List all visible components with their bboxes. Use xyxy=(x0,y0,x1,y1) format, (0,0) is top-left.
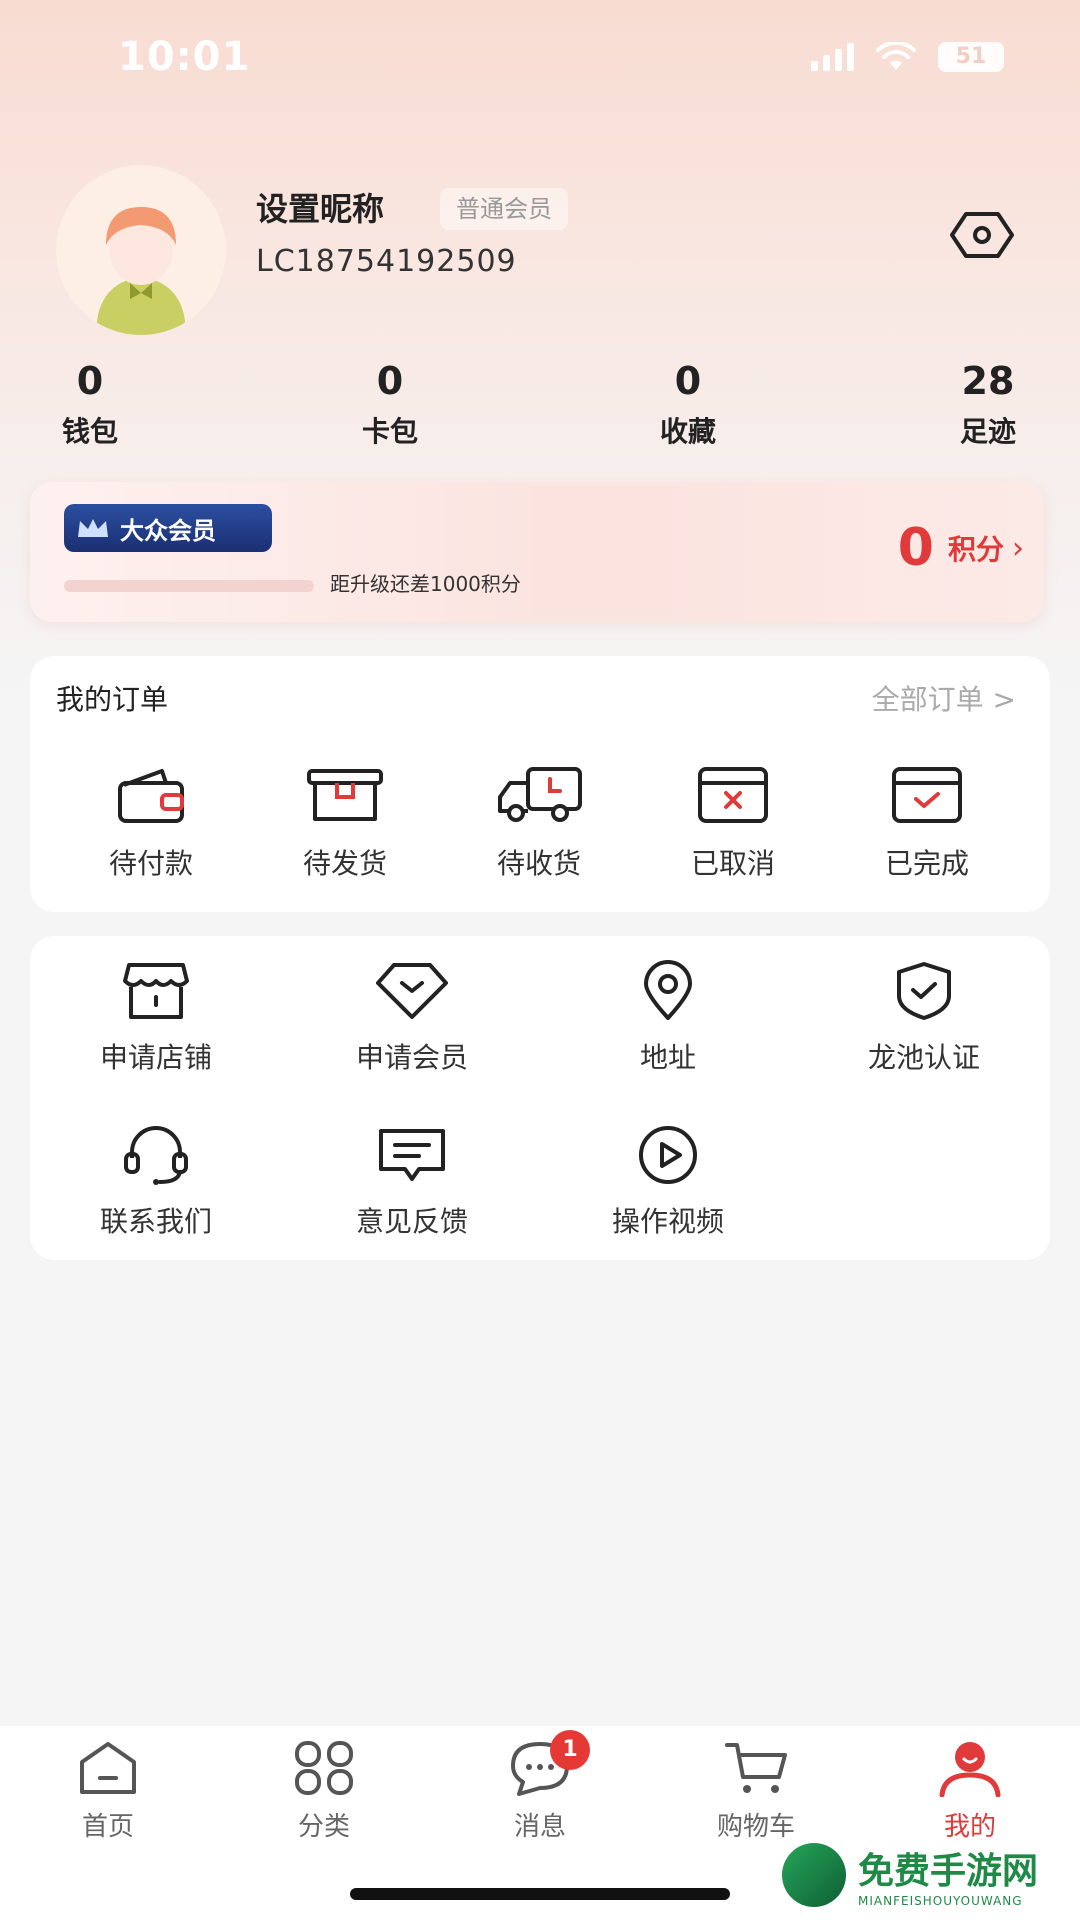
stat-label: 钱包 xyxy=(61,415,118,448)
stat-value: 0 xyxy=(674,359,702,403)
tab-messages[interactable]: 1 消息 xyxy=(460,1730,620,1843)
message-badge: 1 xyxy=(550,1730,590,1770)
cart-icon xyxy=(725,1743,787,1793)
order-label: 待付款 xyxy=(108,847,193,880)
service-tutorial-video[interactable]: 操作视频 xyxy=(568,1124,768,1240)
service-label: 操作视频 xyxy=(611,1205,724,1238)
tab-label: 购物车 xyxy=(716,1812,795,1842)
order-completed[interactable]: 已完成 xyxy=(852,764,1002,882)
service-label: 意见反馈 xyxy=(355,1205,468,1238)
service-contact-us[interactable]: 联系我们 xyxy=(56,1124,256,1240)
cancelled-icon xyxy=(698,767,768,823)
tab-label: 我的 xyxy=(943,1812,996,1842)
upgrade-tip: 距升级还差1000积分 xyxy=(330,572,521,596)
all-orders-link[interactable]: 全部订单 > xyxy=(872,678,1016,718)
orders-title: 我的订单 xyxy=(56,683,169,716)
chevron-right-icon: › xyxy=(1012,530,1024,566)
completed-icon xyxy=(892,767,962,823)
wallet-icon xyxy=(118,769,184,823)
service-label: 申请店铺 xyxy=(99,1041,212,1074)
avatar[interactable] xyxy=(56,165,226,335)
battery-icon: 51 xyxy=(938,42,1004,72)
points-value: 0 xyxy=(897,518,934,578)
stat-label: 收藏 xyxy=(659,415,716,448)
member-card[interactable]: 大众会员 距升级还差1000积分 0 积分 › xyxy=(30,482,1044,622)
user-id: LC18754192509 xyxy=(256,244,517,279)
tab-label: 首页 xyxy=(81,1812,134,1842)
diamond-icon xyxy=(376,963,448,1019)
stat-value: 0 xyxy=(76,359,104,403)
watermark-subtitle: MIANFEISHOUYOUWANG xyxy=(858,1894,1023,1908)
tab-label: 分类 xyxy=(297,1812,350,1842)
service-address[interactable]: 地址 xyxy=(568,960,768,1076)
stats-row: 0 钱包 0 卡包 0 收藏 28 足迹 xyxy=(0,358,1080,458)
stat-favorites[interactable]: 0 收藏 xyxy=(628,358,748,450)
truck-icon xyxy=(498,767,582,822)
order-pending-receipt[interactable]: 待收货 xyxy=(464,764,614,882)
shield-check-icon xyxy=(897,962,951,1020)
nickname[interactable]: 设置昵称 xyxy=(256,184,384,230)
box-icon xyxy=(307,769,383,821)
location-icon xyxy=(644,960,692,1020)
service-certification[interactable]: 龙池认证 xyxy=(824,960,1024,1076)
stat-label: 卡包 xyxy=(361,415,418,448)
service-label: 联系我们 xyxy=(99,1205,212,1238)
play-icon xyxy=(639,1126,697,1184)
service-apply-member[interactable]: 申请会员 xyxy=(312,960,512,1076)
watermark-title: 免费手游网 xyxy=(858,1850,1039,1892)
category-icon xyxy=(295,1741,353,1795)
status-time: 10:01 xyxy=(118,34,251,80)
points-link[interactable]: 0 积分 › xyxy=(898,518,1024,578)
member-level-badge: 普通会员 xyxy=(440,188,568,230)
watermark-logo xyxy=(782,1843,846,1907)
avatar-illustration xyxy=(56,165,226,335)
service-label: 龙池认证 xyxy=(867,1041,980,1074)
order-label: 待收货 xyxy=(496,847,581,880)
tab-profile[interactable]: 我的 xyxy=(890,1738,1050,1843)
order-pending-payment[interactable]: 待付款 xyxy=(76,764,226,882)
tab-label: 消息 xyxy=(513,1812,566,1842)
points-label: 积分 xyxy=(947,533,1004,566)
order-label: 已完成 xyxy=(884,847,969,880)
services-card: 申请店铺 申请会员 地址 龙池认证 联系我们 意见反馈 操作视频 xyxy=(30,936,1050,1260)
vip-logo: 大众会员 xyxy=(64,504,272,552)
service-apply-shop[interactable]: 申请店铺 xyxy=(56,960,256,1076)
vip-logo-text: 大众会员 xyxy=(120,516,216,545)
order-cancelled[interactable]: 已取消 xyxy=(658,764,808,882)
order-pending-shipment[interactable]: 待发货 xyxy=(270,764,420,882)
tab-category[interactable]: 分类 xyxy=(244,1738,404,1843)
service-feedback[interactable]: 意见反馈 xyxy=(312,1124,512,1240)
stat-value: 0 xyxy=(376,359,404,403)
shop-icon xyxy=(123,963,189,1019)
settings-icon[interactable] xyxy=(950,210,1014,260)
stat-label: 足迹 xyxy=(959,415,1016,448)
stat-value: 28 xyxy=(961,359,1015,403)
orders-card: 我的订单 全部订单 > 待付款 待发货 待收货 已取消 已完成 xyxy=(30,656,1050,912)
status-bar: 10:01 51 xyxy=(0,0,1080,120)
order-label: 待发货 xyxy=(302,847,387,880)
home-indicator xyxy=(350,1888,730,1900)
tab-cart[interactable]: 购物车 xyxy=(676,1738,836,1843)
headset-icon xyxy=(124,1126,188,1185)
profile-icon xyxy=(939,1742,1001,1797)
watermark: 免费手游网 MIANFEISHOUYOUWANG xyxy=(782,1842,1038,1908)
signal-icon xyxy=(811,43,854,71)
crown-icon xyxy=(78,519,108,537)
feedback-icon xyxy=(379,1129,445,1181)
status-icons: 51 xyxy=(811,42,1004,72)
wifi-icon xyxy=(876,42,916,70)
service-label: 地址 xyxy=(639,1041,696,1074)
stat-wallet[interactable]: 0 钱包 xyxy=(30,358,150,450)
upgrade-progress-bar xyxy=(64,580,314,592)
stat-card-pack[interactable]: 0 卡包 xyxy=(330,358,450,450)
order-label: 已取消 xyxy=(690,847,775,880)
tab-home[interactable]: 首页 xyxy=(28,1738,188,1843)
service-label: 申请会员 xyxy=(355,1041,468,1074)
home-icon xyxy=(80,1742,136,1794)
stat-footprints[interactable]: 28 足迹 xyxy=(928,358,1048,450)
